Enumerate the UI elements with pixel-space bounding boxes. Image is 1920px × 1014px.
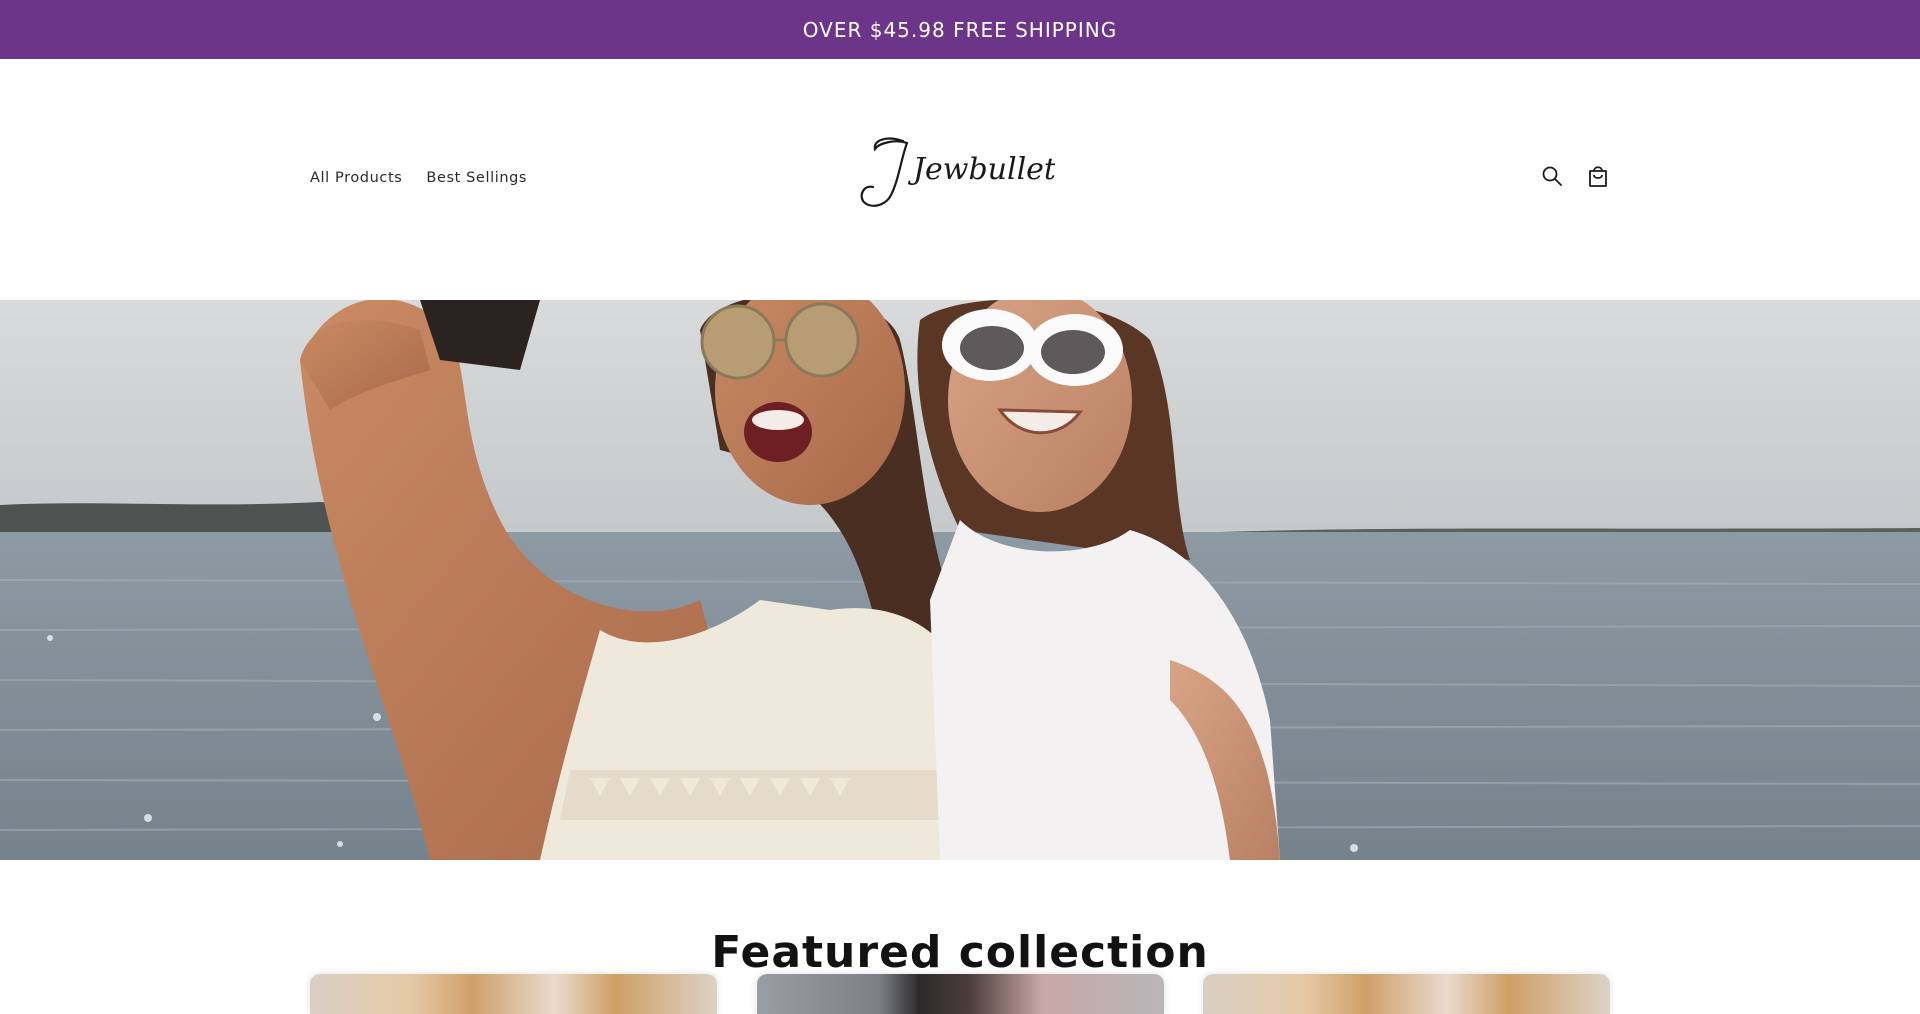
site-header: All Products Best Sellings Jewbulletcase <box>0 59 1920 300</box>
announcement-bar: OVER $45.98 FREE SHIPPING <box>0 0 1920 59</box>
nav-item-all-products[interactable]: All Products <box>310 170 402 186</box>
main-nav: All Products Best Sellings <box>310 170 527 186</box>
header-icons <box>1540 164 1610 188</box>
search-icon[interactable] <box>1540 164 1564 188</box>
site-logo[interactable]: Jewbulletcase <box>855 129 1124 213</box>
product-card[interactable] <box>1203 974 1610 1014</box>
hero-image <box>0 300 1920 860</box>
featured-collection-title: Featured collection <box>711 926 1209 978</box>
featured-product-grid <box>310 974 1610 1014</box>
shopping-bag-icon[interactable] <box>1586 164 1610 188</box>
nav-item-best-sellings[interactable]: Best Sellings <box>426 170 527 186</box>
announcement-text: OVER $45.98 FREE SHIPPING <box>802 17 1118 42</box>
product-card[interactable] <box>310 974 717 1014</box>
logo-wordmark: Jewbulletcase <box>860 137 1124 207</box>
product-card[interactable] <box>757 974 1164 1014</box>
hero-banner <box>0 300 1920 860</box>
logo-text: Jewbulletcase <box>907 152 1055 187</box>
